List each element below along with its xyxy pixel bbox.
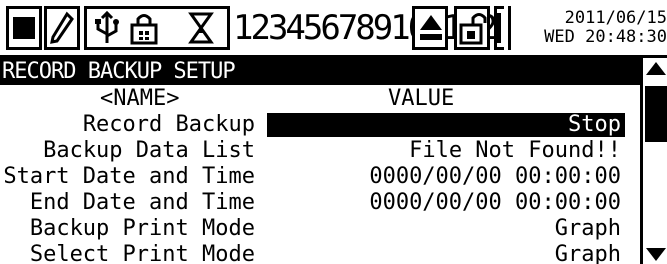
row-value[interactable]: Graph (267, 243, 625, 264)
row-label: Record Backup (82, 112, 255, 137)
scroll-thumb[interactable] (645, 86, 667, 142)
row-value-selected[interactable]: Stop (267, 113, 625, 137)
row-backup-data-list[interactable]: Backup Data List File Not Found!! (0, 138, 640, 164)
lock-icon (130, 14, 158, 45)
unlock-icon (459, 13, 487, 45)
row-label: Backup Data List (43, 138, 255, 163)
pen-icon (50, 11, 74, 44)
stop-icon (13, 17, 35, 39)
row-label: End Date and Time (29, 190, 255, 215)
screen: 123456789101112 2011/06/15 WED 20:48:30 … (0, 0, 667, 264)
time-text: WED 20:48:30 (544, 27, 667, 47)
name-column-header: <NAME> (100, 86, 180, 111)
memory-icon (494, 6, 504, 50)
scroll-up-arrow-icon[interactable] (646, 62, 666, 75)
datetime-display: 2011/06/15 WED 20:48:30 (508, 6, 667, 50)
row-value[interactable]: File Not Found!! (267, 139, 625, 163)
device-status-group (84, 6, 230, 50)
scroll-down-arrow-icon[interactable] (646, 248, 666, 261)
page-title: RECORD BACKUP SETUP (0, 58, 640, 85)
row-backup-print-mode[interactable]: Backup Print Mode Graph (0, 216, 640, 242)
row-value[interactable]: 0000/00/00 00:00:00 (267, 165, 625, 189)
eject-icon (420, 15, 442, 40)
row-label: Start Date and Time (3, 164, 255, 189)
stop-button[interactable] (6, 6, 42, 50)
row-select-print-mode[interactable]: Select Print Mode Graph (0, 242, 640, 264)
row-start-date-time[interactable]: Start Date and Time 0000/00/00 00:00:00 (0, 164, 640, 190)
unlock-button[interactable] (454, 6, 490, 50)
pen-status (44, 6, 80, 50)
hourglass-icon (188, 12, 214, 44)
value-column-header: VALUE (388, 86, 455, 111)
scrollbar[interactable] (640, 58, 667, 264)
settings-table: Record Backup Stop Backup Data List File… (0, 112, 640, 264)
usb-icon (95, 11, 119, 43)
row-value[interactable]: 0000/00/00 00:00:00 (267, 191, 625, 215)
eject-button[interactable] (412, 6, 448, 50)
row-end-date-time[interactable]: End Date and Time 0000/00/00 00:00:00 (0, 190, 640, 216)
status-bar: 123456789101112 2011/06/15 WED 20:48:30 (0, 0, 667, 58)
date-text: 2011/06/15 (564, 8, 667, 28)
row-value[interactable]: Graph (267, 217, 625, 241)
row-record-backup[interactable]: Record Backup Stop (0, 112, 640, 138)
row-label: Backup Print Mode (29, 216, 255, 241)
row-label: Select Print Mode (29, 242, 255, 264)
